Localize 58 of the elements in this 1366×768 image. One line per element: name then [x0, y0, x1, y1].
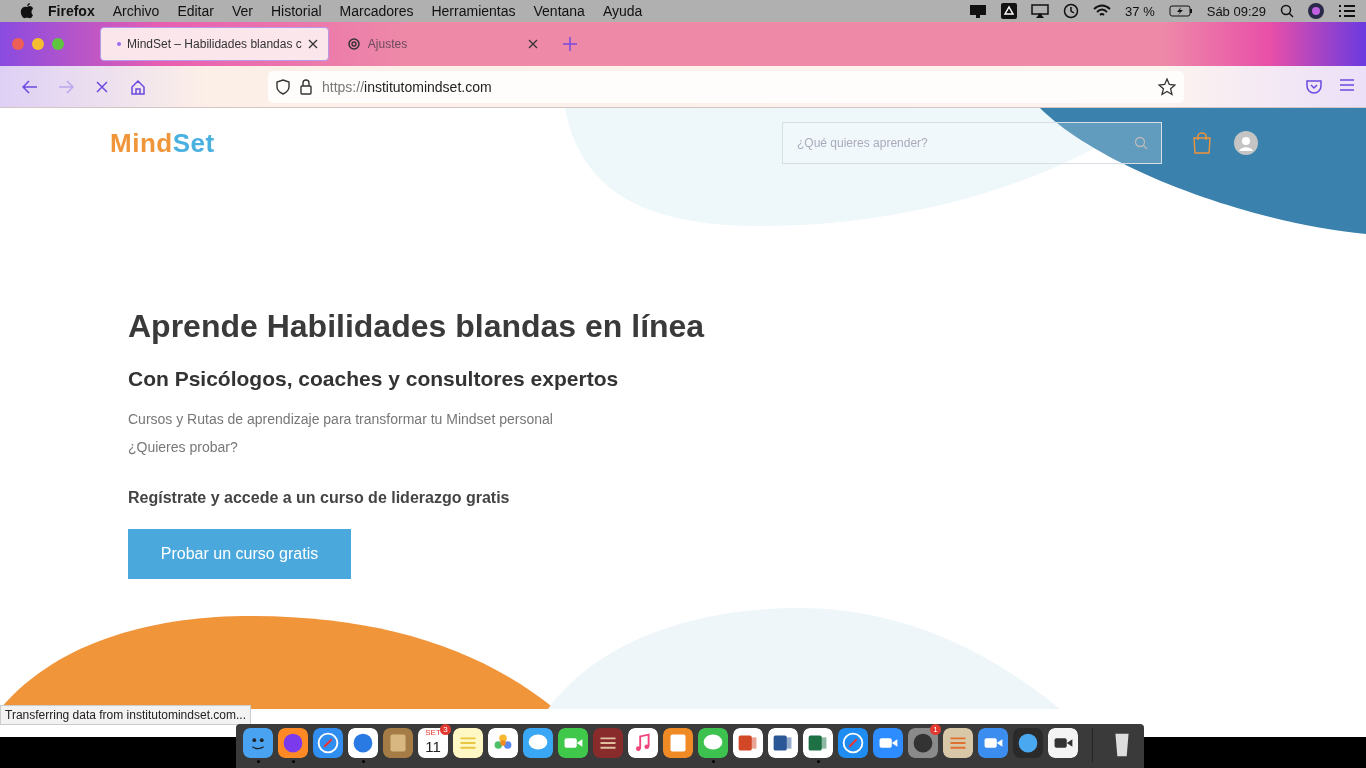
apple-icon[interactable]	[20, 3, 34, 19]
music-note-icon[interactable]	[628, 728, 658, 758]
display-icon[interactable]	[969, 4, 988, 18]
menu-item[interactable]: Ayuda	[593, 3, 652, 19]
menu-item[interactable]: Archivo	[103, 3, 169, 19]
calendar-month: SET	[425, 728, 441, 738]
notification-badge: 1	[930, 724, 941, 735]
close-icon[interactable]	[307, 39, 318, 49]
hero-subheading: Con Psicólogos, coaches y consultores expertos	[128, 367, 620, 391]
notification-badge: 3	[440, 724, 451, 735]
siri-icon[interactable]	[1308, 3, 1324, 19]
close-icon[interactable]	[527, 39, 538, 49]
star-icon[interactable]	[1158, 77, 1176, 96]
browser-tab[interactable]: MindSet – Habilidades blandas c	[100, 27, 329, 61]
wifi-icon[interactable]	[1093, 4, 1112, 18]
menu-item[interactable]: Editar	[168, 3, 223, 19]
battery-percentage: 37 %	[1125, 3, 1155, 19]
address-bar[interactable]: https://institutomindset.com	[268, 70, 1184, 103]
hero-heading: Aprende Habilidades blandas en línea	[128, 308, 706, 345]
stop-loading-icon[interactable]	[96, 80, 108, 93]
padlock-icon[interactable]	[300, 78, 312, 95]
notepad-icon[interactable]	[453, 728, 483, 758]
document-icon[interactable]	[768, 728, 798, 758]
hero-text: Cursos y Rutas de aprendizaje para transformar tu Mindset personal	[128, 411, 554, 427]
drive-icon[interactable]	[1001, 3, 1018, 19]
menubar-clock[interactable]: Sáb 09:29	[1206, 3, 1266, 19]
battery-charging-icon[interactable]	[1168, 5, 1193, 17]
airplay-icon[interactable]	[1031, 4, 1050, 18]
menu-item[interactable]: Ventana	[524, 3, 594, 19]
home-icon[interactable]	[130, 78, 146, 95]
speech-bubble-icon[interactable]	[523, 728, 553, 758]
presentation-icon[interactable]	[733, 728, 763, 758]
hero-text: ¿Quieres probar?	[128, 439, 239, 455]
status-text: Transferring data from institutomindset.com...	[0, 705, 251, 725]
pocket-icon[interactable]	[1306, 78, 1322, 95]
history-clock-icon[interactable]	[1063, 3, 1080, 19]
url-text: https://institutomindset.com	[322, 78, 493, 95]
video-camera-icon[interactable]	[873, 728, 903, 758]
list-icon[interactable]	[1338, 4, 1356, 18]
search-field[interactable]: ¿Qué quieres aprender?	[782, 122, 1162, 164]
compass-icon[interactable]	[313, 728, 343, 758]
app-menu[interactable]: Firefox	[34, 3, 104, 19]
menu-icon[interactable]	[1340, 78, 1354, 91]
spreadsheet-icon[interactable]	[803, 728, 833, 758]
shield-icon[interactable]	[276, 78, 290, 95]
search-icon[interactable]	[1280, 4, 1294, 18]
video-camera-icon[interactable]	[558, 728, 588, 758]
user-avatar-icon[interactable]	[1234, 131, 1258, 155]
menu-item[interactable]: Historial	[261, 3, 331, 19]
calendar-day: 11	[425, 738, 441, 756]
back-arrow-icon[interactable]	[22, 79, 38, 94]
offer-text: Regístrate y accede a un curso de liderazgo gratis	[128, 489, 511, 507]
minimize-window-icon[interactable]	[32, 38, 44, 50]
flower-icon[interactable]	[488, 728, 518, 758]
smiling-face-icon[interactable]	[243, 728, 273, 758]
menu-item[interactable]: Ver	[222, 3, 262, 19]
menu-item[interactable]: Marcadores	[330, 3, 423, 19]
menu-item[interactable]: Herramientas	[422, 3, 525, 19]
